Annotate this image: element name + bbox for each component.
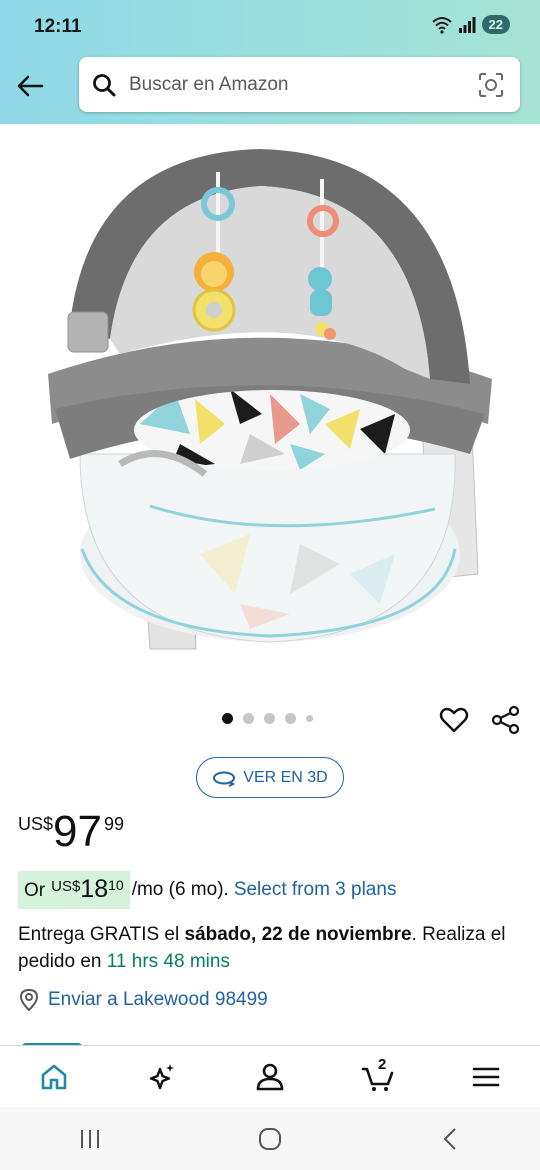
rotate-3d-icon	[213, 771, 236, 787]
nav-home[interactable]	[0, 1046, 108, 1107]
view-in-3d-label: VER EN 3D	[243, 768, 328, 786]
carousel-dot[interactable]	[243, 713, 254, 724]
share-icon[interactable]	[490, 704, 522, 736]
back-chevron-icon	[443, 1127, 456, 1150]
home-icon	[41, 1064, 67, 1089]
ship-to-location[interactable]: Enviar a Lakewood 98499	[18, 988, 268, 1012]
delivery-info: Entrega GRATIS el sábado, 22 de noviembr…	[18, 921, 523, 975]
cart-count-badge: 2	[378, 1056, 387, 1073]
product-image[interactable]	[0, 124, 540, 694]
price-whole: 97	[53, 807, 102, 856]
back-arrow-icon[interactable]	[14, 70, 46, 102]
signal-icon	[458, 16, 476, 33]
nav-cart[interactable]: 2	[324, 1046, 432, 1107]
status-time: 12:11	[34, 16, 82, 37]
account-icon	[256, 1063, 284, 1090]
installment-offer: Or US$ 18 10 /mo (6 mo). Select from 3 p…	[18, 871, 396, 909]
bottom-navigation: 2	[0, 1045, 540, 1107]
home-circle-icon	[259, 1127, 281, 1150]
search-input[interactable]: Buscar en Amazon	[129, 74, 476, 96]
carousel-dot[interactable]	[285, 713, 296, 724]
delivery-prefix: Entrega GRATIS el	[18, 924, 185, 945]
nav-rufus[interactable]	[108, 1046, 216, 1107]
product-price: US$ 97 99	[18, 806, 124, 858]
carousel-dot[interactable]	[264, 713, 275, 724]
wifi-icon	[431, 16, 452, 34]
heart-icon[interactable]	[438, 704, 470, 736]
status-icons: 22	[431, 15, 510, 34]
search-icon	[93, 73, 116, 96]
nav-menu[interactable]	[432, 1046, 540, 1107]
system-navigation-bar	[0, 1107, 540, 1170]
carousel-dot[interactable]	[222, 713, 233, 724]
recent-apps-button[interactable]	[70, 1119, 110, 1159]
hamburger-menu-icon	[472, 1067, 500, 1086]
carousel-dot[interactable]	[306, 715, 313, 722]
select-plans-link[interactable]: Select from 3 plans	[234, 879, 397, 901]
installment-or: Or	[24, 880, 46, 901]
status-bar: 12:11 22	[0, 0, 540, 56]
back-system-button[interactable]	[430, 1119, 470, 1159]
search-bar[interactable]: Buscar en Amazon	[79, 57, 520, 112]
nav-account[interactable]	[216, 1046, 324, 1107]
app-header: 12:11 22 Buscar en Amazon	[0, 0, 540, 124]
location-pin-icon	[19, 988, 39, 1012]
carousel-dots[interactable]	[222, 713, 313, 724]
installment-whole: 18	[80, 875, 109, 903]
delivery-countdown: 11 hrs 48 mins	[106, 951, 230, 972]
camera-lens-icon[interactable]	[476, 70, 506, 100]
battery-icon: 22	[481, 15, 510, 34]
price-currency: US$	[18, 814, 54, 834]
installment-price-highlight: Or US$ 18 10	[18, 871, 130, 909]
price-fraction: 99	[103, 814, 124, 834]
installment-suffix: /mo (6 mo).	[131, 879, 229, 900]
ship-to-label: Enviar a Lakewood 98499	[48, 989, 268, 1010]
installment-fraction: 10	[108, 877, 124, 893]
delivery-date: sábado, 22 de noviembre	[184, 924, 412, 945]
home-system-button[interactable]	[250, 1119, 290, 1159]
sparkle-icon	[149, 1063, 174, 1089]
view-in-3d-button[interactable]: VER EN 3D	[196, 757, 344, 798]
installment-currency: US$	[51, 878, 81, 895]
recent-apps-icon	[81, 1129, 99, 1148]
